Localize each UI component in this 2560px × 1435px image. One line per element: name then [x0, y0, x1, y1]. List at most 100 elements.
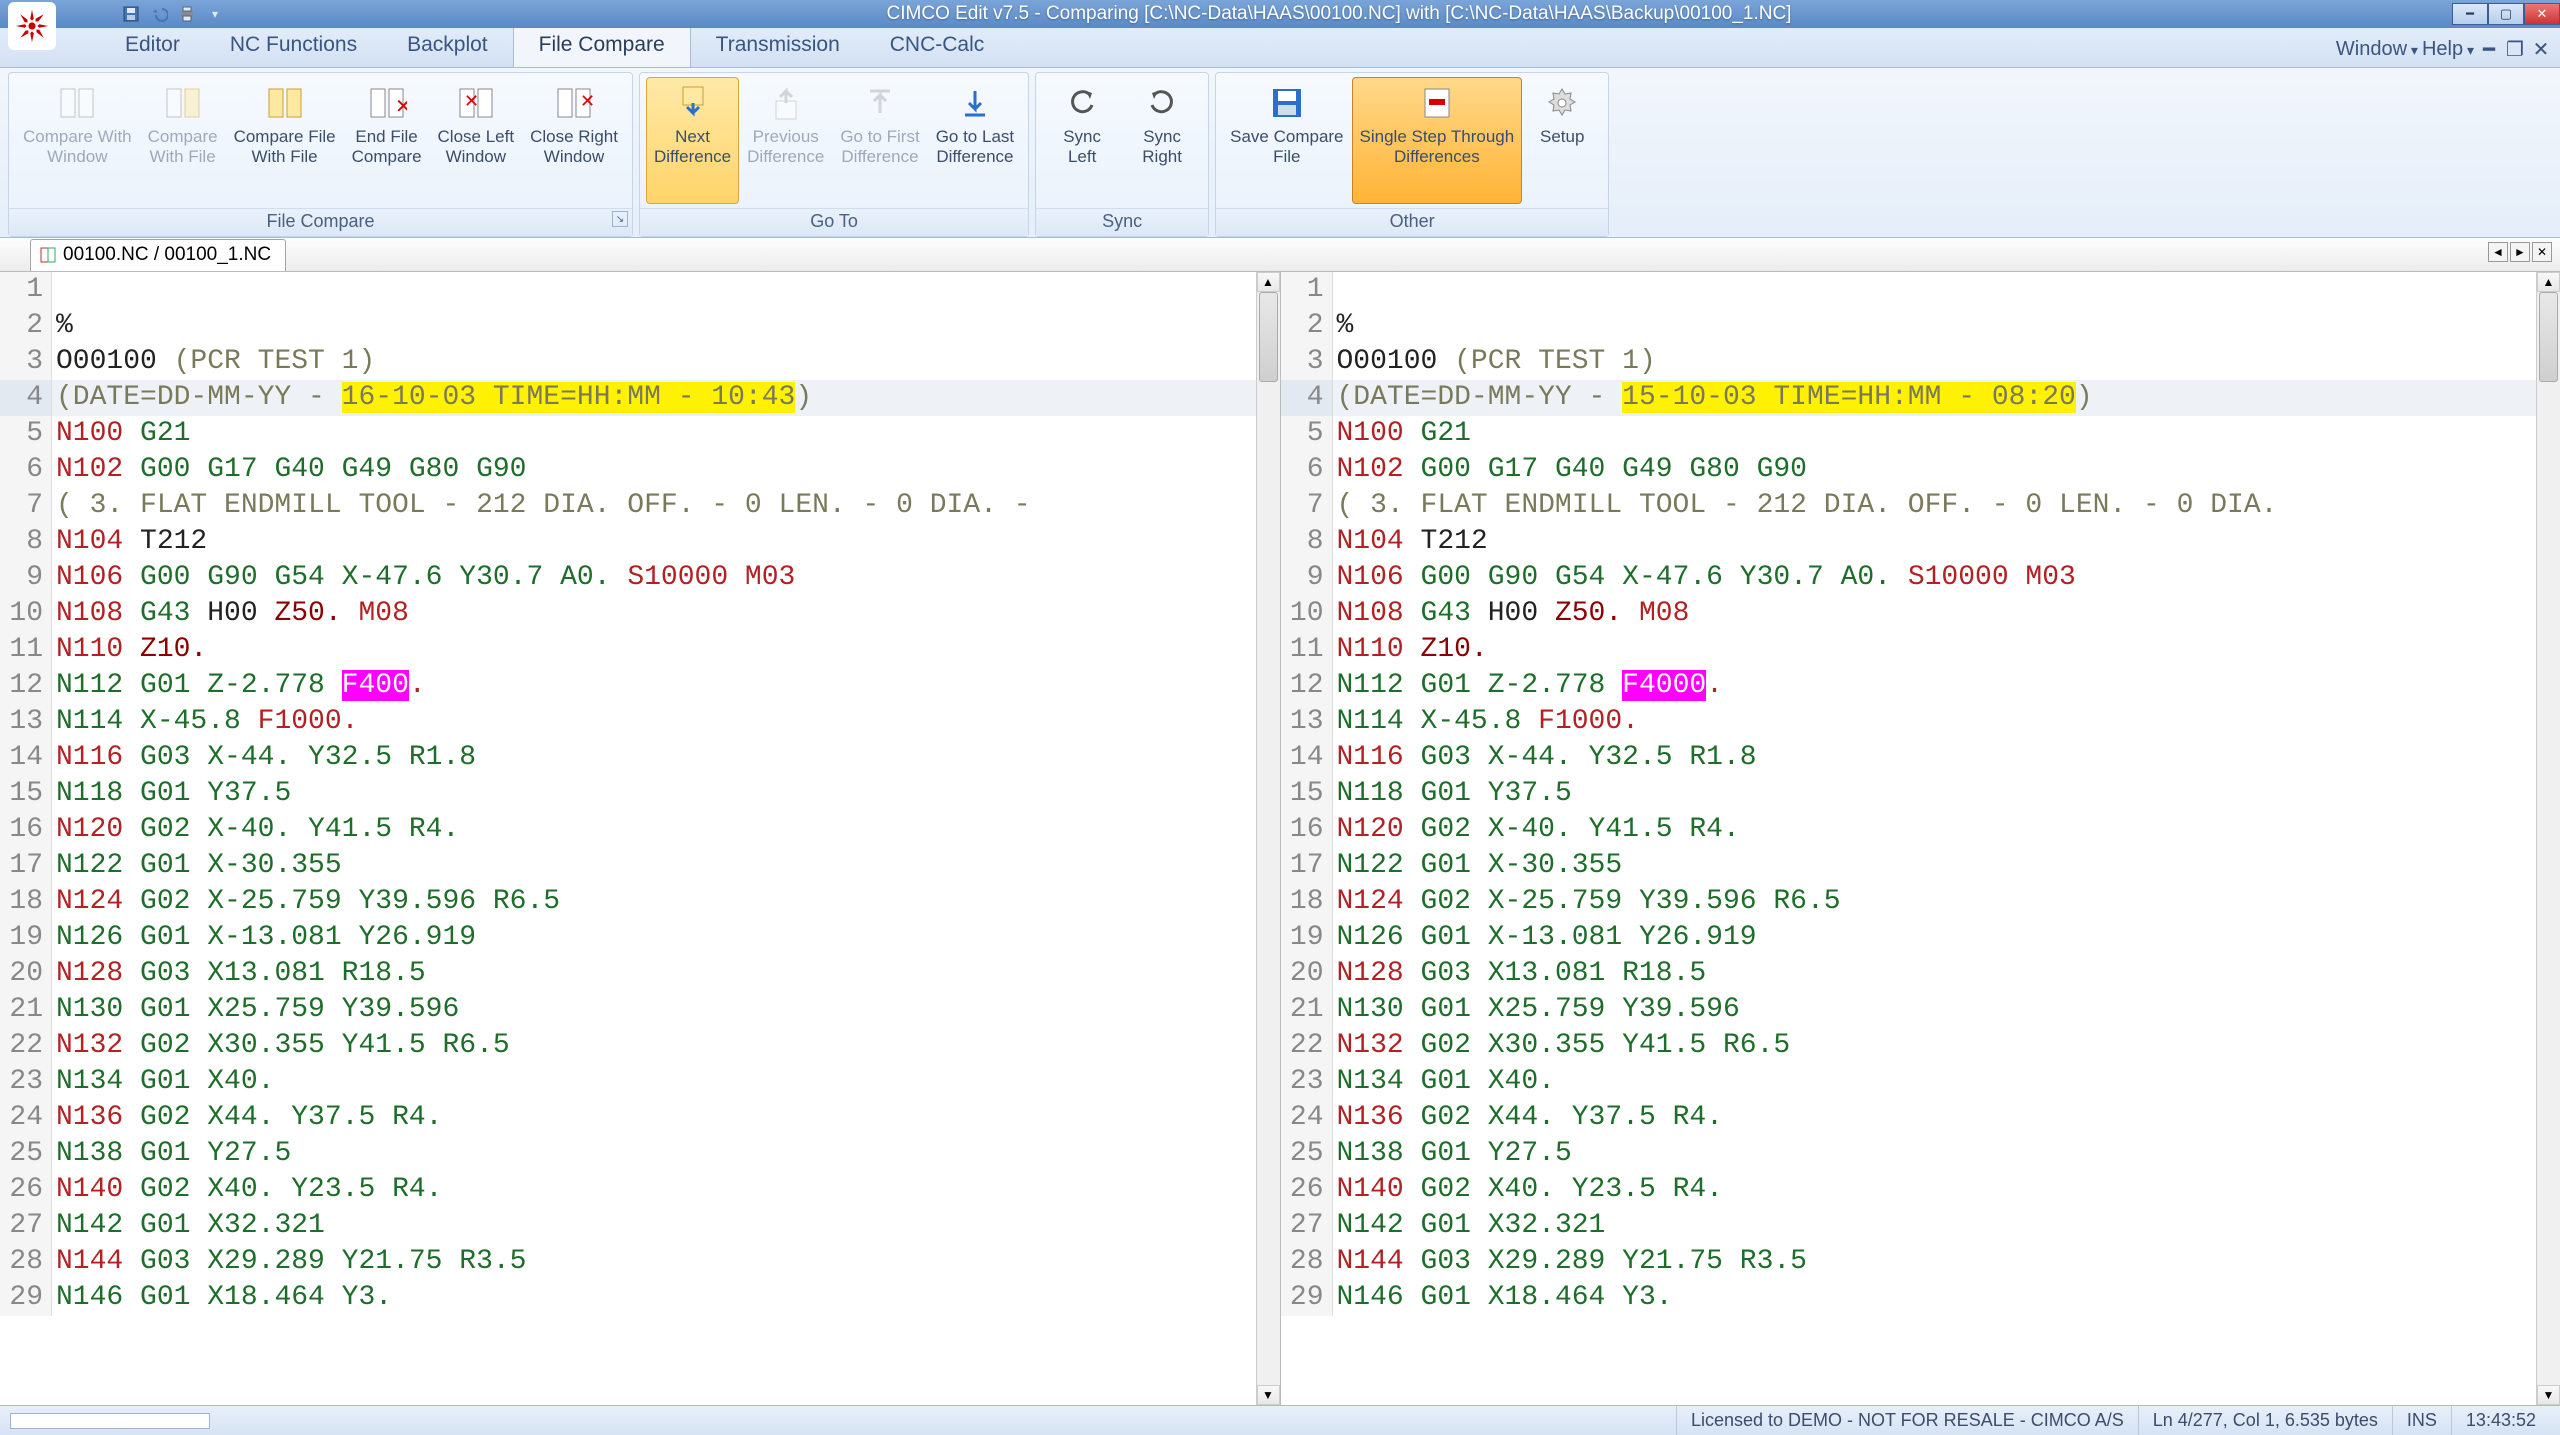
save-icon[interactable] [120, 3, 142, 25]
code-line[interactable]: 19N126 G01 X-13.081 Y26.919 [1281, 920, 2560, 956]
right-editor-pane[interactable]: 12%3O00100 (PCR TEST 1)4(DATE=DD-MM-YY -… [1281, 272, 2560, 1405]
code-line[interactable]: 8N104 T212 [0, 524, 1280, 560]
code-line[interactable]: 18N124 G02 X-25.759 Y39.596 R6.5 [1281, 884, 2560, 920]
syncl-button[interactable]: SyncLeft [1042, 77, 1122, 204]
tab-next-icon[interactable]: ► [2510, 242, 2530, 262]
ribbon-tab-nc-functions[interactable]: NC Functions [205, 25, 382, 67]
code-line[interactable]: 23N134 G01 X40. [1281, 1064, 2560, 1100]
code-line[interactable]: 29N146 G01 X18.464 Y3. [0, 1280, 1280, 1316]
undo-icon[interactable] [148, 3, 170, 25]
code-line[interactable]: 28N144 G03 X29.289 Y21.75 R3.5 [0, 1244, 1280, 1280]
tab-close-icon[interactable]: ✕ [2532, 242, 2552, 262]
code-line[interactable]: 22N132 G02 X30.355 Y41.5 R6.5 [1281, 1028, 2560, 1064]
code-line[interactable]: 27N142 G01 X32.321 [1281, 1208, 2560, 1244]
ribbon-tab-backplot[interactable]: Backplot [382, 25, 513, 67]
code-line[interactable]: 22N132 G02 X30.355 Y41.5 R6.5 [0, 1028, 1280, 1064]
scroll-up-icon[interactable]: ▲ [2537, 272, 2560, 292]
minimize-button[interactable]: ━ [2452, 3, 2488, 25]
code-line[interactable]: 1 [0, 272, 1280, 308]
left-scrollbar[interactable]: ▲ ▼ [1256, 272, 1280, 1405]
right-scrollbar[interactable]: ▲ ▼ [2536, 272, 2560, 1405]
code-line[interactable]: 4(DATE=DD-MM-YY - 16-10-03 TIME=HH:MM - … [0, 380, 1280, 416]
code-line[interactable]: 19N126 G01 X-13.081 Y26.919 [0, 920, 1280, 956]
code-line[interactable]: 16N120 G02 X-40. Y41.5 R4. [1281, 812, 2560, 848]
code-line[interactable]: 27N142 G01 X32.321 [0, 1208, 1280, 1244]
scroll-up-icon[interactable]: ▲ [1257, 272, 1280, 292]
ribbon-tab-transmission[interactable]: Transmission [691, 25, 865, 67]
scroll-thumb[interactable] [1259, 292, 1278, 382]
code-line[interactable]: 29N146 G01 X18.464 Y3. [1281, 1280, 2560, 1316]
code-line[interactable]: 28N144 G03 X29.289 Y21.75 R3.5 [1281, 1244, 2560, 1280]
code-line[interactable]: 7( 3. FLAT ENDMILL TOOL - 212 DIA. OFF. … [1281, 488, 2560, 524]
code-line[interactable]: 2% [1281, 308, 2560, 344]
code-line[interactable]: 15N118 G01 Y37.5 [1281, 776, 2560, 812]
setup-button[interactable]: Setup [1522, 77, 1602, 204]
code-line[interactable]: 5N100 G21 [0, 416, 1280, 452]
scroll-down-icon[interactable]: ▼ [1257, 1385, 1280, 1405]
code-line[interactable]: 10N108 G43 H00 Z50. M08 [1281, 596, 2560, 632]
ribbon-tab-cnc-calc[interactable]: CNC-Calc [865, 25, 1010, 67]
mdi-close-icon[interactable]: ✕ [2530, 40, 2552, 60]
code-line[interactable]: 12N112 G01 Z-2.778 F4000. [1281, 668, 2560, 704]
ribbon-tab-file-compare[interactable]: File Compare [513, 24, 691, 67]
code-line[interactable]: 17N122 G01 X-30.355 [0, 848, 1280, 884]
code-line[interactable]: 25N138 G01 Y27.5 [1281, 1136, 2560, 1172]
code-line[interactable]: 26N140 G02 X40. Y23.5 R4. [0, 1172, 1280, 1208]
close-button[interactable]: ✕ [2524, 3, 2560, 25]
code-line[interactable]: 4(DATE=DD-MM-YY - 15-10-03 TIME=HH:MM - … [1281, 380, 2560, 416]
cmpfilewf-button[interactable]: Compare FileWith File [226, 77, 344, 204]
code-line[interactable]: 6N102 G00 G17 G40 G49 G80 G90 [1281, 452, 2560, 488]
right-code[interactable]: 12%3O00100 (PCR TEST 1)4(DATE=DD-MM-YY -… [1281, 272, 2560, 1405]
mdi-minimize-icon[interactable]: ━ [2478, 40, 2500, 60]
code-line[interactable]: 13N114 X-45.8 F1000. [0, 704, 1280, 740]
ribbon-tab-editor[interactable]: Editor [100, 25, 205, 67]
window-menu[interactable]: Window [2336, 38, 2418, 61]
code-line[interactable]: 24N136 G02 X44. Y37.5 R4. [0, 1100, 1280, 1136]
syncr-button[interactable]: SyncRight [1122, 77, 1202, 204]
code-line[interactable]: 7( 3. FLAT ENDMILL TOOL - 212 DIA. OFF. … [0, 488, 1280, 524]
code-line[interactable]: 1 [1281, 272, 2560, 308]
code-line[interactable]: 21N130 G01 X25.759 Y39.596 [1281, 992, 2560, 1028]
code-line[interactable]: 17N122 G01 X-30.355 [1281, 848, 2560, 884]
qat-dropdown-icon[interactable]: ▾ [204, 3, 226, 25]
code-line[interactable]: 14N116 G03 X-44. Y32.5 R1.8 [1281, 740, 2560, 776]
code-line[interactable]: 10N108 G43 H00 Z50. M08 [0, 596, 1280, 632]
code-line[interactable]: 13N114 X-45.8 F1000. [1281, 704, 2560, 740]
left-editor-pane[interactable]: 12%3O00100 (PCR TEST 1)4(DATE=DD-MM-YY -… [0, 272, 1281, 1405]
code-line[interactable]: 5N100 G21 [1281, 416, 2560, 452]
document-tab[interactable]: 00100.NC / 00100_1.NC [30, 239, 286, 271]
closel-button[interactable]: ✕Close LeftWindow [430, 77, 523, 204]
code-line[interactable]: 6N102 G00 G17 G40 G49 G80 G90 [0, 452, 1280, 488]
mdi-restore-icon[interactable]: ❐ [2504, 40, 2526, 60]
code-line[interactable]: 11N110 Z10. [1281, 632, 2560, 668]
code-line[interactable]: 25N138 G01 Y27.5 [0, 1136, 1280, 1172]
scroll-thumb[interactable] [2539, 292, 2558, 382]
savecmp-button[interactable]: Save CompareFile [1222, 77, 1351, 204]
code-line[interactable]: 9N106 G00 G90 G54 X-47.6 Y30.7 A0. S1000… [1281, 560, 2560, 596]
code-line[interactable]: 20N128 G03 X13.081 R18.5 [0, 956, 1280, 992]
code-line[interactable]: 12N112 G01 Z-2.778 F400. [0, 668, 1280, 704]
code-line[interactable]: 3O00100 (PCR TEST 1) [0, 344, 1280, 380]
code-line[interactable]: 9N106 G00 G90 G54 X-47.6 Y30.7 A0. S1000… [0, 560, 1280, 596]
code-line[interactable]: 8N104 T212 [1281, 524, 2560, 560]
step-button[interactable]: Single Step ThroughDifferences [1352, 77, 1523, 204]
tab-prev-icon[interactable]: ◄ [2488, 242, 2508, 262]
print-icon[interactable] [176, 3, 198, 25]
code-line[interactable]: 23N134 G01 X40. [0, 1064, 1280, 1100]
last-button[interactable]: Go to LastDifference [928, 77, 1022, 204]
code-line[interactable]: 16N120 G02 X-40. Y41.5 R4. [0, 812, 1280, 848]
code-line[interactable]: 20N128 G03 X13.081 R18.5 [1281, 956, 2560, 992]
group-launcher-icon[interactable]: ↘ [612, 211, 628, 227]
maximize-button[interactable]: ▢ [2488, 3, 2524, 25]
code-line[interactable]: 2% [0, 308, 1280, 344]
code-line[interactable]: 3O00100 (PCR TEST 1) [1281, 344, 2560, 380]
closer-button[interactable]: ✕Close RightWindow [522, 77, 626, 204]
endcmp-button[interactable]: ✕End FileCompare [344, 77, 430, 204]
code-line[interactable]: 24N136 G02 X44. Y37.5 R4. [1281, 1100, 2560, 1136]
code-line[interactable]: 18N124 G02 X-25.759 Y39.596 R6.5 [0, 884, 1280, 920]
help-menu[interactable]: Help [2422, 38, 2474, 61]
scroll-down-icon[interactable]: ▼ [2537, 1385, 2560, 1405]
code-line[interactable]: 14N116 G03 X-44. Y32.5 R1.8 [0, 740, 1280, 776]
next-button[interactable]: NextDifference [646, 77, 739, 204]
code-line[interactable]: 11N110 Z10. [0, 632, 1280, 668]
